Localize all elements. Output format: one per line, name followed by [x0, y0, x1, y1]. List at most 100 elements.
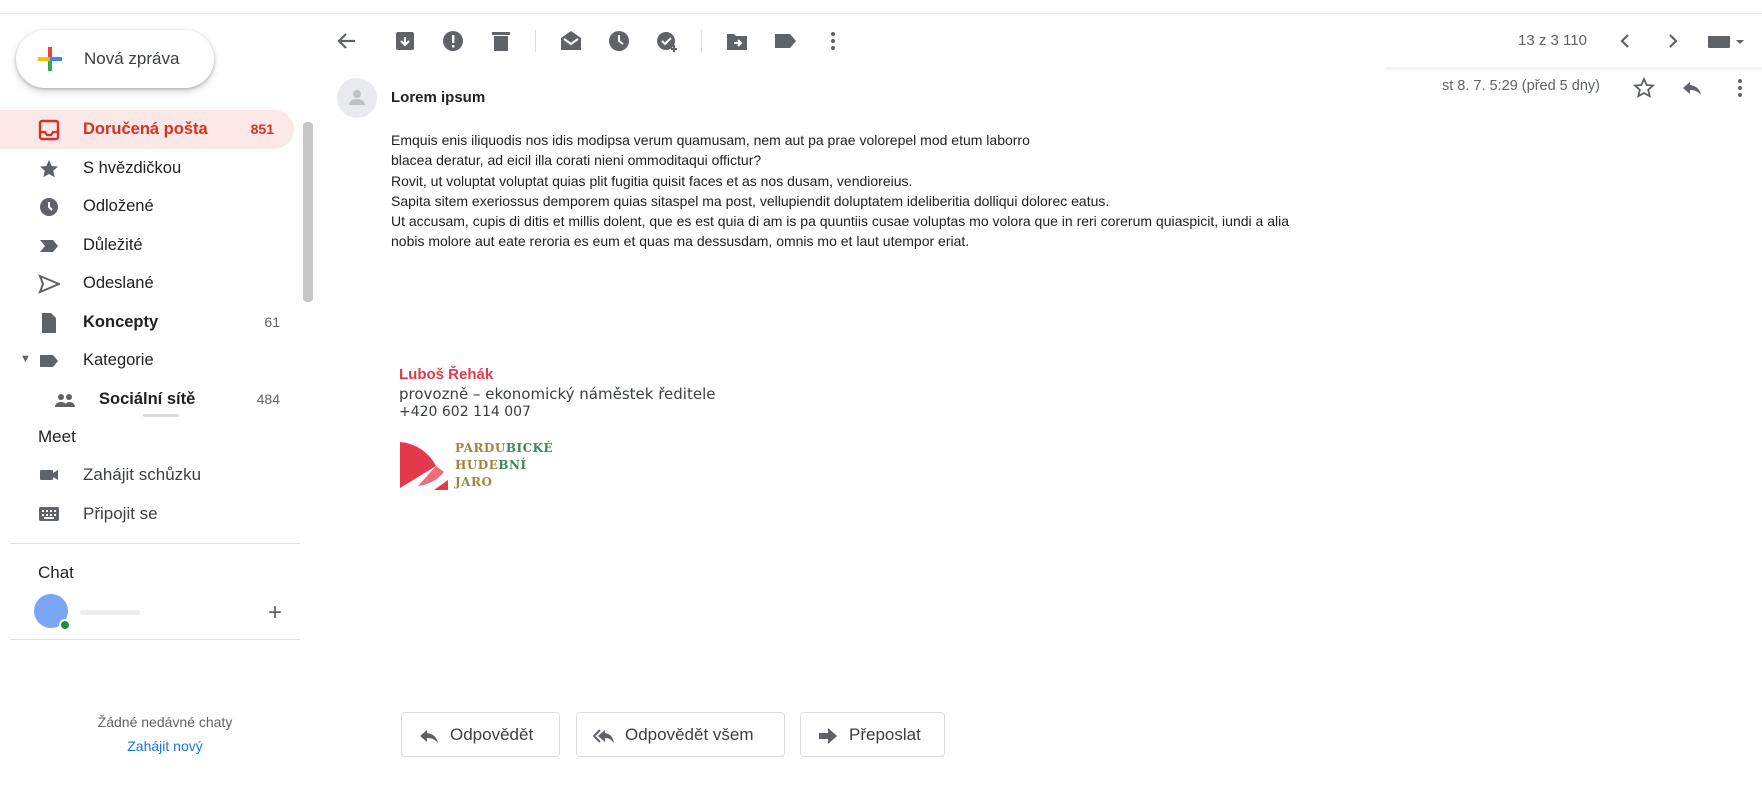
- person-icon: [349, 90, 365, 105]
- archive-icon[interactable]: [392, 28, 418, 54]
- add-task-icon[interactable]: [654, 28, 680, 54]
- body-line: nobis molore aut eate reroria es eum et …: [391, 233, 970, 250]
- sidebar-item-sent[interactable]: Odeslané: [0, 264, 300, 303]
- sidebar-item-important[interactable]: Důležité: [0, 226, 300, 265]
- move-to-icon[interactable]: [724, 28, 750, 54]
- sidebar-item-drafts[interactable]: Koncepty 61: [0, 303, 300, 342]
- chevron-right-icon[interactable]: [1660, 28, 1686, 54]
- body-line: blacea deratur, ad eicil illa corati nie…: [391, 152, 762, 169]
- festival-logo-text: PARDUBICKÉ HUDEBNÍ JARO: [455, 440, 553, 491]
- inbox-icon: [38, 119, 60, 141]
- sidebar-item-snoozed[interactable]: Odložené: [0, 187, 300, 226]
- sender-avatar[interactable]: [337, 78, 377, 118]
- sidebar-item-label: Odeslané: [83, 274, 154, 292]
- sidebar-item-label: Koncepty: [83, 312, 159, 331]
- sidebar-item-inbox[interactable]: Doručená pošta 851: [0, 110, 294, 149]
- sidebar-item-categories[interactable]: ▼ Kategorie: [0, 341, 300, 380]
- video-camera-icon: [40, 470, 58, 480]
- body-line: Ut accusam, cupis di ditis et millis dol…: [391, 213, 1289, 230]
- caret-down-icon[interactable]: ▼: [20, 353, 31, 365]
- signature-phone: +420 602 114 007: [399, 404, 531, 420]
- people-icon: [55, 393, 75, 407]
- sidebar-item-social[interactable]: Sociální sítě 484: [0, 380, 300, 419]
- reply-label: Odpovědět: [450, 725, 534, 744]
- meet-start-label: Zahájit schůzku: [83, 465, 202, 484]
- compose-label: Nová zpráva: [84, 49, 180, 68]
- keyboard-icon: [39, 507, 59, 521]
- sidebar-item-label: Sociální sítě: [99, 389, 196, 408]
- unread-count: 851: [250, 121, 274, 137]
- more-vert-icon[interactable]: [820, 28, 846, 54]
- star-icon[interactable]: [1632, 76, 1656, 100]
- chevron-left-icon[interactable]: [1612, 28, 1638, 54]
- divider: [10, 543, 300, 544]
- body-line: Sapita sitem exeriossus demporem quias s…: [391, 192, 1110, 209]
- logo-text-part: BNÍ: [498, 458, 527, 472]
- logo-text-part: PARDU: [455, 441, 506, 455]
- back-arrow-icon[interactable]: [334, 28, 360, 54]
- festival-logo: [400, 442, 448, 490]
- sender-name[interactable]: Lorem ipsum: [391, 89, 485, 106]
- sidebar-item-starred[interactable]: S hvězdičkou: [0, 149, 300, 188]
- label-icon: [40, 355, 58, 367]
- start-new-chat-link[interactable]: Zahájit nový: [40, 738, 290, 754]
- logo-text-part: BICKÉ: [505, 441, 554, 455]
- sidebar-item-label: Důležité: [83, 235, 143, 254]
- body-line: Rovit, ut voluptat voluptat quias plit f…: [391, 172, 913, 189]
- reply-button[interactable]: Odpovědět: [401, 712, 560, 757]
- input-tools-icon[interactable]: [1706, 28, 1746, 54]
- sidebar-item-label: S hvězdičkou: [83, 158, 182, 177]
- reply-icon: [420, 730, 438, 743]
- forward-label: Přeposlat: [849, 725, 921, 744]
- logo-text-part: JARO: [455, 475, 493, 489]
- meet-start-button[interactable]: Zahájit schůzku: [0, 456, 300, 494]
- important-icon: [40, 239, 58, 252]
- divider: [10, 639, 300, 640]
- toolbar-bottom-line: [1385, 67, 1762, 70]
- sidebar: Nová zpráva Doručená pošta 851 S hvězdič…: [0, 14, 315, 787]
- nav-list: Doručená pošta 851 S hvězdičkou Odložené…: [0, 110, 300, 418]
- toolbar: 13 z 3 110: [320, 14, 1762, 70]
- toolbar-separator: [535, 30, 536, 52]
- toolbar-separator: [701, 30, 702, 52]
- forward-icon: [819, 728, 837, 744]
- send-icon: [38, 274, 60, 294]
- meet-join-label: Připojit se: [83, 504, 158, 523]
- label-icon[interactable]: [772, 28, 798, 54]
- pagination-text: 13 z 3 110: [1518, 32, 1587, 49]
- draft-count: 61: [264, 313, 280, 330]
- plus-icon: [38, 47, 62, 71]
- add-chat-icon[interactable]: +: [268, 599, 282, 627]
- sidebar-item-label: Odložené: [83, 197, 154, 215]
- meet-join-button[interactable]: Připojit se: [0, 495, 300, 533]
- reply-all-icon: [593, 729, 614, 743]
- no-chats-text: Žádné nedávné chaty: [97, 714, 233, 730]
- resize-handle[interactable]: [143, 414, 179, 417]
- reply-all-button[interactable]: Odpovědět všem: [576, 712, 785, 757]
- meet-title: Meet: [38, 427, 76, 446]
- social-count: 484: [256, 390, 280, 407]
- message-date: st 8. 7. 5:29 (před 5 dny): [1442, 78, 1600, 94]
- compose-button[interactable]: Nová zpráva: [16, 30, 214, 88]
- spam-icon[interactable]: [440, 28, 466, 54]
- sidebar-scrollbar[interactable]: [303, 122, 313, 302]
- mark-unread-icon[interactable]: [558, 28, 584, 54]
- more-vert-icon[interactable]: [1728, 76, 1752, 100]
- logo-text-part: HUDE: [455, 458, 499, 472]
- sidebar-item-label: Doručená pošta: [83, 120, 208, 138]
- online-status-dot: [59, 619, 71, 631]
- signature-role: provozně – ekonomický náměstek ředitele: [399, 385, 716, 403]
- avatar[interactable]: [34, 594, 71, 631]
- body-line: Emquis enis iliquodis nos idis modipsa v…: [391, 132, 1030, 148]
- trash-icon[interactable]: [488, 28, 514, 54]
- message-body: Emquis enis iliquodis nos idis modipsa v…: [391, 130, 1391, 252]
- sidebar-item-label: Kategorie: [83, 351, 154, 369]
- chat-user-name: [80, 610, 140, 615]
- reply-all-label: Odpovědět všem: [625, 725, 754, 744]
- snooze-icon[interactable]: [606, 28, 632, 54]
- draft-icon: [42, 312, 56, 333]
- signature-name: Luboš Řehák: [399, 366, 494, 383]
- forward-button[interactable]: Přeposlat: [800, 712, 945, 757]
- top-border: [0, 0, 1762, 14]
- reply-icon[interactable]: [1680, 76, 1704, 100]
